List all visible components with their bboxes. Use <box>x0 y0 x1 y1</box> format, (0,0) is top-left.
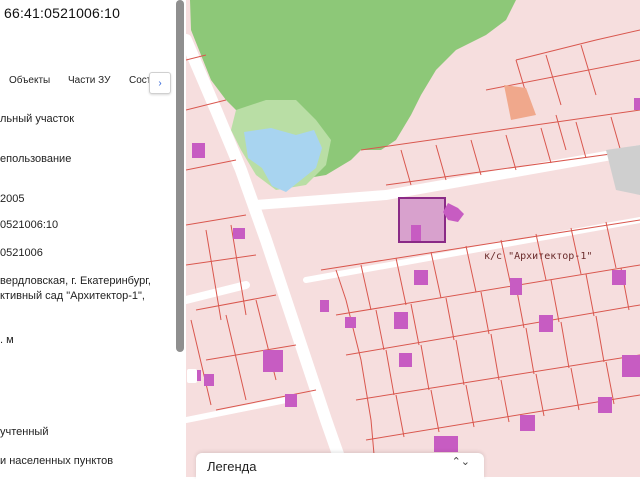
chevron-updown-icon[interactable]: ⌃⌄ <box>452 457 470 468</box>
map-side-button[interactable] <box>187 369 197 383</box>
field-category: и населенных пунктов <box>0 455 114 467</box>
field-address-line2: ктивный сад "Архитектор-1", <box>0 290 145 302</box>
field-cad-number: 0521006:10 <box>0 219 59 231</box>
grey-area <box>606 145 640 195</box>
cadastral-number: 66:41:0521006:10 <box>4 5 121 21</box>
lake <box>244 128 322 192</box>
tab-objects[interactable]: Объекты <box>9 75 50 86</box>
field-status: учтенный <box>0 426 49 438</box>
panel-scrollbar[interactable] <box>176 0 184 352</box>
orange-patch <box>504 85 536 120</box>
info-panel: 66:41:0521006:10 Объекты Части ЗУ Сост ›… <box>0 0 178 477</box>
field-type: льный участок <box>0 113 75 125</box>
map-canvas <box>186 0 640 477</box>
map-area-label: к/с "Архитектор-1" <box>484 251 593 262</box>
tab-parts[interactable]: Части ЗУ <box>68 75 110 86</box>
selected-parcel[interactable] <box>398 197 446 243</box>
chevron-right-icon: › <box>158 77 162 89</box>
tab-scroll-right-button[interactable]: › <box>149 72 171 94</box>
field-quarter: 0521006 <box>0 247 43 259</box>
field-address-line1: вердловская, г. Екатеринбург, <box>0 275 151 287</box>
field-usage: епользование <box>0 153 72 165</box>
cadastral-map[interactable]: к/с "Архитектор-1" <box>186 0 640 477</box>
field-date: 2005 <box>0 193 25 205</box>
legend-panel[interactable]: Легенда ⌃⌄ <box>196 453 484 479</box>
field-area-unit: . м <box>0 334 14 346</box>
legend-label: Легенда <box>207 459 257 474</box>
